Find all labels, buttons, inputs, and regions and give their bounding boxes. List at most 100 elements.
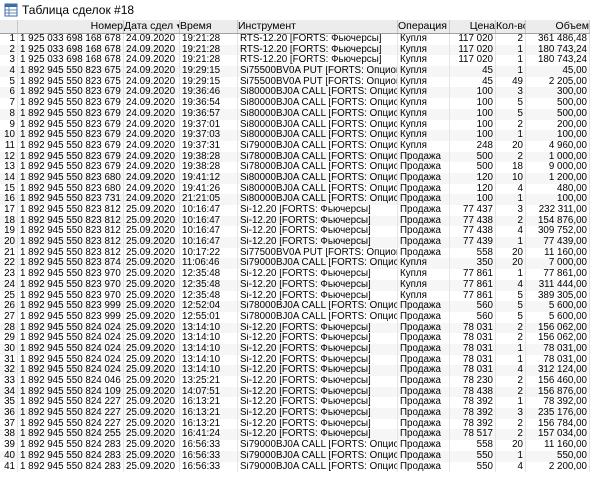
cell-qty: 10	[496, 172, 526, 184]
cell-date: 25.09.2020	[124, 258, 180, 270]
cell-volume: 78 031,00	[526, 354, 590, 366]
column-header-volume[interactable]: Объем	[526, 20, 590, 33]
table-row[interactable]: 271 892 945 550 823 999 80625.09.202012:…	[0, 311, 590, 323]
table-row[interactable]: 391 892 945 550 824 283 01925.09.202016:…	[0, 440, 590, 451]
cell-price: 78 392	[450, 397, 496, 409]
column-header-date-label: Дата сдел	[124, 20, 174, 32]
cell-index: 1	[0, 34, 18, 45]
cell-price: 45	[450, 66, 496, 77]
table-row[interactable]: 411 892 945 550 824 283 02125.09.202016:…	[0, 461, 590, 473]
table-row[interactable]: 161 892 945 550 823 731 30424.09.202021:…	[0, 194, 590, 205]
cell-index: 27	[0, 311, 18, 323]
table-row[interactable]: 71 892 945 550 823 679 19924.09.202019:3…	[0, 98, 590, 109]
table-row[interactable]: 371 892 945 550 824 227 16925.09.202016:…	[0, 418, 590, 430]
column-header-time[interactable]: Время	[180, 20, 238, 33]
table-row[interactable]: 291 892 945 550 824 024 36325.09.202013:…	[0, 333, 590, 344]
cell-instrument: Si-12.20 [FORTS: Фьючерсы]	[238, 333, 398, 344]
cell-time: 19:41:12	[180, 172, 238, 184]
cell-operation: Продажа	[398, 461, 450, 473]
cell-index: 37	[0, 418, 18, 430]
table-row[interactable]: 211 892 945 550 823 812 96825.09.202010:…	[0, 247, 590, 259]
table-row[interactable]: 11 925 033 698 168 678 12124.09.202019:2…	[0, 34, 590, 45]
table-row[interactable]: 91 892 945 550 823 679 21424.09.202019:3…	[0, 119, 590, 131]
table-row[interactable]: 361 892 945 550 824 227 16825.09.202016:…	[0, 408, 590, 419]
cell-operation: Купля	[398, 34, 450, 45]
cell-operation: Продажа	[398, 440, 450, 451]
cell-volume: 2 200,00	[526, 461, 590, 473]
table-row[interactable]: 241 892 945 550 823 970 95525.09.202012:…	[0, 279, 590, 291]
table-row[interactable]: 41 892 945 550 823 675 02524.09.202019:2…	[0, 66, 590, 77]
cell-date: 25.09.2020	[124, 343, 180, 355]
cell-number: 1 892 945 550 823 812 315	[18, 237, 124, 248]
column-header-operation[interactable]: Операция	[398, 20, 450, 33]
cell-price: 100	[450, 98, 496, 109]
table-row[interactable]: 281 892 945 550 824 024 36225.09.202013:…	[0, 322, 590, 334]
cell-volume: 500,00	[526, 98, 590, 109]
table-row[interactable]: 401 892 945 550 824 283 02025.09.202016:…	[0, 450, 590, 462]
cell-number: 1 892 945 550 824 283 020	[18, 450, 124, 462]
cell-instrument: Si78000BJ0A CALL [FORTS: Опционы]	[240, 151, 398, 163]
table-row[interactable]: 141 892 945 550 823 680 66624.09.202019:…	[0, 172, 590, 184]
cell-operation: Купля	[398, 98, 450, 109]
cell-qty: 2	[496, 34, 526, 45]
cell-instrument: Si-12.20 [FORTS: Фьючерсы]	[238, 290, 398, 302]
table-row[interactable]: 381 892 945 550 824 255 44825.09.202016:…	[0, 429, 590, 441]
table-row[interactable]: 261 892 945 550 823 999 80625.09.202012:…	[0, 301, 590, 312]
column-header-instrument[interactable]: Инструмент	[238, 20, 398, 33]
table-row[interactable]: 151 892 945 550 823 680 75324.09.202019:…	[0, 183, 590, 195]
table-row[interactable]: 331 892 945 550 824 046 59125.09.202013:…	[0, 376, 590, 387]
table-row[interactable]: 321 892 945 550 824 024 36625.09.202013:…	[0, 365, 590, 376]
table-row[interactable]: 191 892 945 550 823 812 31425.09.202010:…	[0, 226, 590, 238]
cell-qty: 2	[496, 151, 526, 163]
table-row[interactable]: 201 892 945 550 823 812 31525.09.202010:…	[0, 237, 590, 248]
column-header-price[interactable]: Цена	[450, 20, 496, 33]
table-row[interactable]: 21 925 033 698 168 678 12224.09.202019:2…	[0, 44, 590, 56]
column-header-index[interactable]	[0, 20, 18, 33]
column-header-number[interactable]: Номер	[18, 20, 124, 33]
cell-operation: Купля	[398, 140, 450, 152]
cell-price: 77 439	[450, 237, 496, 248]
table-row[interactable]: 101 892 945 550 823 679 21824.09.202019:…	[0, 130, 590, 141]
cell-qty: 5	[496, 98, 526, 109]
table-row[interactable]: 131 892 945 550 823 679 84524.09.202019:…	[0, 162, 590, 173]
cell-index: 15	[0, 183, 18, 195]
cell-time: 19:21:28	[180, 55, 238, 67]
cell-qty: 5	[496, 311, 526, 323]
cell-price: 77 861	[450, 279, 496, 291]
table-row[interactable]: 81 892 945 550 823 679 20524.09.202019:3…	[0, 108, 590, 120]
table-row[interactable]: 61 892 945 550 823 679 17624.09.202019:3…	[0, 87, 590, 99]
table-icon	[4, 3, 18, 17]
cell-operation: Продажа	[398, 311, 450, 323]
cell-qty: 4	[496, 279, 526, 291]
table-row[interactable]: 301 892 945 550 824 024 36425.09.202013:…	[0, 343, 590, 355]
cell-price: 78 392	[450, 418, 496, 430]
table-row[interactable]: 111 892 945 550 823 679 31524.09.202019:…	[0, 140, 590, 152]
table-row[interactable]: 51 892 945 550 823 675 02624.09.202019:2…	[0, 76, 590, 88]
cell-volume: 550,00	[526, 450, 590, 462]
cell-time: 16:56:33	[180, 461, 238, 473]
table-row[interactable]: 171 892 945 550 823 812 31225.09.202010:…	[0, 205, 590, 216]
cell-date: 25.09.2020	[124, 333, 180, 344]
cell-number: 1 925 033 698 168 678 122	[18, 44, 124, 56]
cell-time: 16:13:21	[180, 408, 238, 419]
column-header-date[interactable]: Дата сдел▼	[124, 20, 180, 33]
cell-instrument: RTS-12.20 [FORTS: Фьючерсы]	[238, 44, 398, 56]
table-row[interactable]: 221 892 945 550 823 874 39125.09.202011:…	[0, 258, 590, 270]
column-header-qty[interactable]: Кол-во	[496, 20, 526, 33]
table-row[interactable]: 31 925 033 698 168 678 12324.09.202019:2…	[0, 55, 590, 67]
table-row[interactable]: 341 892 945 550 824 109 11525.09.202014:…	[0, 386, 590, 398]
cell-date: 25.09.2020	[124, 322, 180, 334]
table-row[interactable]: 121 892 945 550 823 679 84424.09.202019:…	[0, 151, 590, 163]
cell-number: 1 925 033 698 168 678 121	[18, 34, 124, 45]
cell-index: 38	[0, 429, 18, 441]
cell-qty: 2	[496, 386, 526, 398]
table-row[interactable]: 231 892 945 550 823 970 95425.09.202012:…	[0, 269, 590, 280]
cell-qty: 20	[496, 440, 526, 451]
table-row[interactable]: 311 892 945 550 824 024 36525.09.202013:…	[0, 354, 590, 366]
cell-number: 1 892 945 550 823 970 956	[18, 290, 124, 302]
table-row[interactable]: 251 892 945 550 823 970 95625.09.202012:…	[0, 290, 590, 302]
table-row[interactable]: 181 892 945 550 823 812 31325.09.202010:…	[0, 215, 590, 227]
cell-operation: Купля	[398, 279, 450, 291]
table-row[interactable]: 351 892 945 550 824 227 16725.09.202016:…	[0, 397, 590, 409]
cell-date: 25.09.2020	[124, 226, 180, 238]
